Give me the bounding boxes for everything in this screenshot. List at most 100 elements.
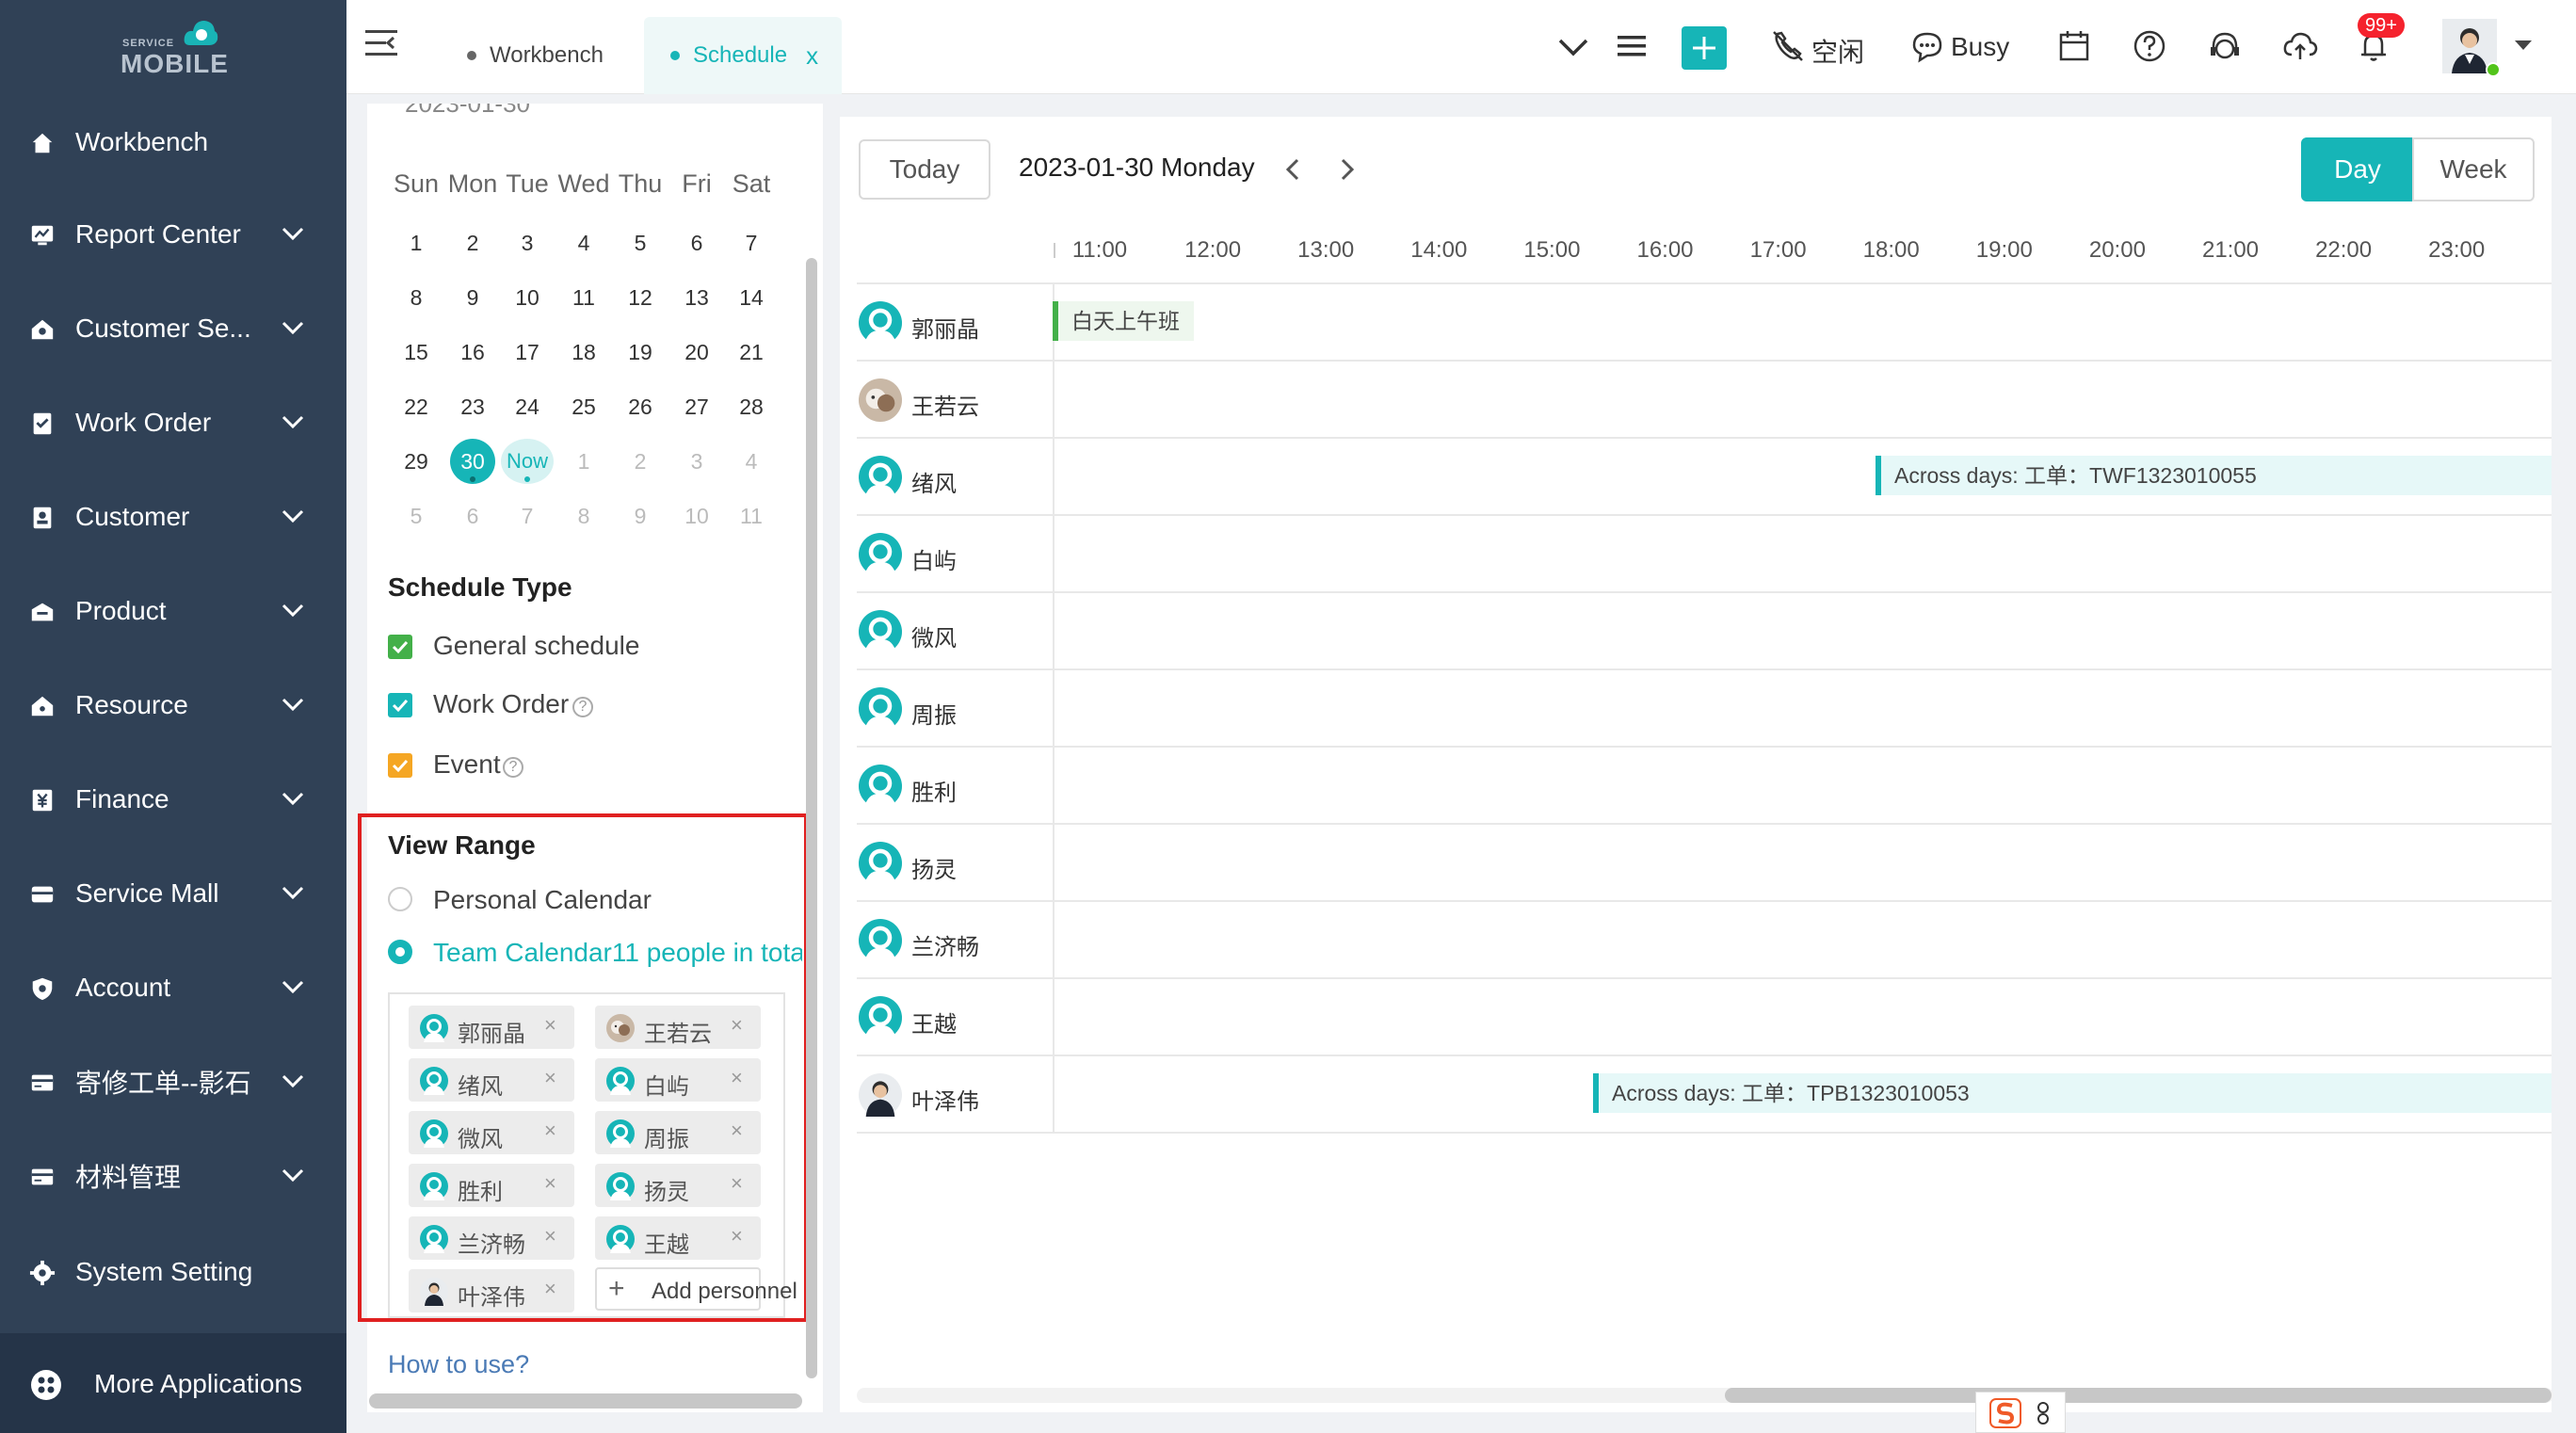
- tab-workbench[interactable]: Workbench: [450, 17, 620, 94]
- personnel-tag[interactable]: 兰济畅 ×: [409, 1216, 574, 1260]
- calendar-day[interactable]: 27: [674, 384, 719, 429]
- remove-tag-icon[interactable]: ×: [544, 1224, 556, 1248]
- calendar-day[interactable]: 7: [729, 220, 774, 266]
- sidebar-item-resource[interactable]: Resource: [0, 672, 346, 738]
- remove-tag-icon[interactable]: ×: [731, 1066, 743, 1090]
- chat-icon[interactable]: [1909, 24, 1945, 68]
- personal-calendar-radio[interactable]: [388, 887, 412, 911]
- personnel-tag[interactable]: 扬灵 ×: [595, 1164, 761, 1207]
- calendar-day[interactable]: 2: [618, 439, 663, 484]
- schedule-row[interactable]: [857, 902, 2552, 979]
- status-busy[interactable]: Busy: [1951, 32, 2009, 62]
- calendar-day[interactable]: 11: [729, 493, 774, 539]
- personnel-tag[interactable]: 胜利 ×: [409, 1164, 574, 1207]
- schedule-row[interactable]: [857, 825, 2552, 902]
- help-circle-icon[interactable]: ?: [503, 757, 523, 778]
- calendar-selected-day[interactable]: 30: [450, 439, 495, 484]
- sidebar-item-finance[interactable]: Finance: [0, 766, 346, 832]
- calendar-day[interactable]: 2: [450, 220, 495, 266]
- view-day-button[interactable]: Day: [2301, 137, 2414, 201]
- calendar-day[interactable]: 9: [450, 275, 495, 320]
- calendar-day[interactable]: 1: [561, 439, 606, 484]
- ime-toolbar[interactable]: [1975, 1392, 2066, 1433]
- tab-schedule[interactable]: Schedule x: [644, 17, 842, 94]
- calendar-day[interactable]: 8: [561, 493, 606, 539]
- checkbox-general-schedule[interactable]: [388, 635, 412, 659]
- sidebar-item-customer-se[interactable]: Customer Se...: [0, 296, 346, 362]
- calendar-day[interactable]: 5: [618, 220, 663, 266]
- calendar-day[interactable]: 1: [394, 220, 439, 266]
- collapse-menu-icon[interactable]: [363, 26, 399, 60]
- add-personnel-button[interactable]: + Add personnel: [595, 1267, 797, 1311]
- add-new-button[interactable]: [1682, 26, 1727, 70]
- chevron-down-icon[interactable]: [1552, 24, 1595, 68]
- sidebar-item-workbench[interactable]: Workbench: [0, 109, 346, 175]
- checkbox-work-order[interactable]: [388, 693, 412, 717]
- calendar-day[interactable]: 10: [505, 275, 550, 320]
- personnel-tag[interactable]: 郭丽晶 ×: [409, 1006, 574, 1049]
- calendar-day[interactable]: 25: [561, 384, 606, 429]
- remove-tag-icon[interactable]: ×: [731, 1013, 743, 1038]
- remove-tag-icon[interactable]: ×: [731, 1119, 743, 1143]
- calendar-day[interactable]: 21: [729, 330, 774, 375]
- calendar-day[interactable]: 6: [674, 220, 719, 266]
- calendar-day[interactable]: 3: [505, 220, 550, 266]
- caret-down-icon[interactable]: [2512, 36, 2535, 55]
- personnel-tag[interactable]: 王若云 ×: [595, 1006, 761, 1049]
- calendar-day[interactable]: 20: [674, 330, 719, 375]
- cloud-upload-icon[interactable]: [2278, 24, 2322, 68]
- calendar-day[interactable]: 12: [618, 275, 663, 320]
- schedule-row[interactable]: [857, 979, 2552, 1056]
- calendar-day[interactable]: 26: [618, 384, 663, 429]
- personnel-tag[interactable]: 王越 ×: [595, 1216, 761, 1260]
- checkbox-event[interactable]: [388, 753, 412, 778]
- personnel-tag[interactable]: 叶泽伟 ×: [409, 1269, 574, 1312]
- calendar-day[interactable]: 24: [505, 384, 550, 429]
- calendar-day[interactable]: 7: [505, 493, 550, 539]
- status-idle[interactable]: 空闲: [1811, 32, 1864, 70]
- calendar-day[interactable]: 16: [450, 330, 495, 375]
- customer-service-agent-icon[interactable]: [2203, 24, 2246, 68]
- personnel-tag[interactable]: 周振 ×: [595, 1111, 761, 1154]
- calendar-day[interactable]: 29: [394, 439, 439, 484]
- help-circle-icon[interactable]: ?: [572, 697, 593, 717]
- calendar-day[interactable]: 5: [394, 493, 439, 539]
- today-button[interactable]: Today: [859, 139, 990, 200]
- checkbox-label-work-order[interactable]: Work Order: [433, 689, 569, 719]
- remove-tag-icon[interactable]: ×: [731, 1224, 743, 1248]
- calendar-day[interactable]: 23: [450, 384, 495, 429]
- team-calendar-radio[interactable]: [388, 940, 412, 964]
- calendar-icon[interactable]: [2053, 24, 2096, 68]
- calendar-day[interactable]: 11: [561, 275, 606, 320]
- calendar-day[interactable]: 13: [674, 275, 719, 320]
- calendar-day[interactable]: 4: [561, 220, 606, 266]
- sidebar-item-report-center[interactable]: Report Center: [0, 201, 346, 267]
- sidebar-item-work-order[interactable]: Work Order: [0, 390, 346, 456]
- schedule-row[interactable]: [857, 748, 2552, 825]
- remove-tag-icon[interactable]: ×: [544, 1119, 556, 1143]
- left-panel-vertical-scrollbar[interactable]: [806, 258, 817, 1378]
- schedule-horizontal-scrollbar[interactable]: [1725, 1388, 2552, 1403]
- work-order-event[interactable]: Across days: 工单：TWF1323010055: [1876, 456, 2552, 495]
- sidebar-item-customer[interactable]: Customer: [0, 484, 346, 550]
- tab-close-icon[interactable]: x: [806, 41, 818, 71]
- remove-tag-icon[interactable]: ×: [731, 1171, 743, 1196]
- calendar-day[interactable]: 18: [561, 330, 606, 375]
- calendar-day[interactable]: 4: [729, 439, 774, 484]
- sidebar-item-item-10[interactable]: 寄修工单--影石: [0, 1049, 346, 1115]
- calendar-day[interactable]: 19: [618, 330, 663, 375]
- user-avatar[interactable]: [2442, 19, 2501, 77]
- calendar-day[interactable]: 3: [674, 439, 719, 484]
- team-calendar-label[interactable]: Team Calendar11 people in total: [433, 938, 802, 968]
- view-week-button[interactable]: Week: [2412, 137, 2535, 201]
- general-schedule-event[interactable]: 白天上午班: [1053, 301, 1194, 341]
- checkbox-label-general-schedule[interactable]: General schedule: [433, 631, 639, 661]
- calendar-day[interactable]: 15: [394, 330, 439, 375]
- remove-tag-icon[interactable]: ×: [544, 1013, 556, 1038]
- personnel-tag[interactable]: 绪风 ×: [409, 1058, 574, 1102]
- prev-day-icon[interactable]: [1280, 154, 1307, 185]
- sidebar-item-product[interactable]: Product: [0, 578, 346, 644]
- calendar-day[interactable]: 14: [729, 275, 774, 320]
- calendar-day[interactable]: 6: [450, 493, 495, 539]
- schedule-row[interactable]: [857, 670, 2552, 748]
